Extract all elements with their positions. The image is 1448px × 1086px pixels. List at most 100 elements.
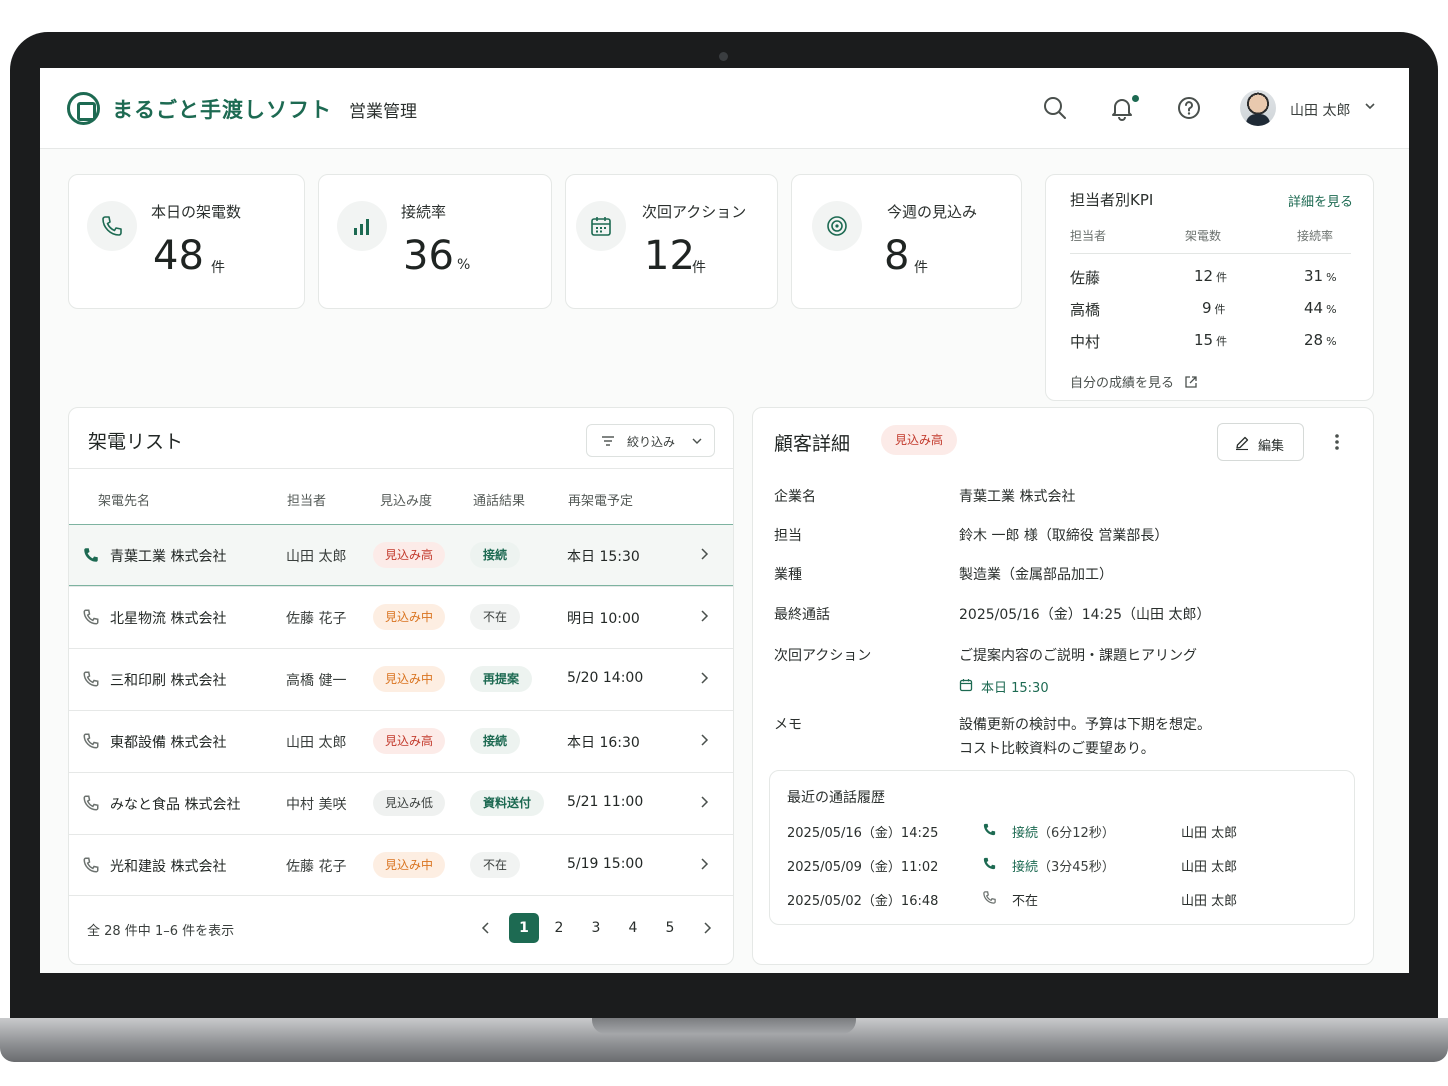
chevron-down-icon[interactable] bbox=[1362, 98, 1378, 114]
kpi-card: 担当者別KPI 詳細を見る 担当者 架電数 接続率 佐藤 12 件 31% 高橋 … bbox=[1045, 174, 1374, 401]
table-row[interactable]: 北星物流 株式会社 佐藤 花子 見込み中 不在 明日 10:00 bbox=[69, 586, 733, 648]
chevron-right-icon[interactable] bbox=[699, 920, 715, 936]
chevron-down-icon bbox=[692, 438, 702, 444]
logo-icon bbox=[67, 92, 100, 125]
stat-value: 36 bbox=[403, 233, 454, 279]
filter-label: 絞り込み bbox=[627, 435, 676, 449]
chevron-right-icon[interactable] bbox=[696, 732, 712, 748]
stat-label: 本日の架電数 bbox=[151, 203, 242, 221]
result-badge: 接続 bbox=[470, 542, 521, 568]
user-name[interactable]: 山田 太郎 bbox=[1290, 100, 1350, 120]
stat-unit: 件 bbox=[692, 260, 706, 276]
pagination-summary: 全 28 件中 1–6 件を表示 bbox=[87, 924, 235, 939]
page-button-1[interactable]: 1 bbox=[509, 913, 539, 943]
result-badge: 接続 bbox=[470, 728, 521, 754]
my-results-link[interactable]: 自分の成績を見る bbox=[1070, 372, 1198, 391]
stat-value: 12 bbox=[644, 233, 695, 279]
prospect-badge: 見込み中 bbox=[373, 604, 446, 630]
next-call: 本日 15:30 bbox=[567, 549, 640, 565]
next-call: 明日 10:00 bbox=[567, 611, 640, 627]
field-value-industry: 製造業（金属部品加工） bbox=[959, 567, 1113, 583]
result-badge: 再提案 bbox=[470, 666, 533, 692]
call-history-card: 最近の通話履歴 2025/05/16（金）14:25 接続（6分12秒） 山田 … bbox=[769, 770, 1355, 925]
more-vertical-icon[interactable] bbox=[1327, 432, 1347, 452]
field-value-last-call: 2025/05/16（金）14:25（山田 太郎） bbox=[959, 607, 1211, 623]
next-action-time[interactable]: 本日 15:30 bbox=[981, 677, 1049, 696]
column-header[interactable]: 通話結果 bbox=[473, 490, 525, 509]
edit-button[interactable]: 編集 bbox=[1217, 423, 1304, 461]
column-header[interactable]: 架電先名 bbox=[98, 490, 150, 509]
chevron-left-icon[interactable] bbox=[478, 920, 494, 936]
kpi-calls: 12 件 bbox=[1194, 267, 1228, 285]
result-badge: 不在 bbox=[470, 852, 521, 878]
column-header[interactable]: 再架電予定 bbox=[568, 490, 633, 509]
stat-value: 8 bbox=[884, 233, 910, 279]
page-button-3[interactable]: 3 bbox=[581, 913, 611, 943]
avatar[interactable] bbox=[1240, 90, 1276, 126]
kpi-header: 架電数 bbox=[1185, 229, 1222, 243]
prospect-badge: 見込み高 bbox=[373, 542, 446, 568]
table-row[interactable]: 光和建設 株式会社 佐藤 花子 見込み中 不在 5/19 15:00 bbox=[69, 834, 733, 896]
prospect-badge: 見込み中 bbox=[373, 666, 446, 692]
field-label: 担当 bbox=[774, 528, 802, 544]
notification-dot bbox=[1132, 95, 1139, 102]
external-link-icon bbox=[1185, 376, 1197, 388]
panel-title: 架電リスト bbox=[88, 431, 184, 453]
stat-unit: 件 bbox=[211, 260, 225, 276]
kpi-name: 中村 bbox=[1070, 333, 1101, 351]
column-header[interactable]: 見込み度 bbox=[380, 490, 432, 509]
stat-card-connect-rate: 接続率 36 % bbox=[318, 174, 552, 309]
chevron-right-icon[interactable] bbox=[696, 794, 712, 810]
company-name: 東都設備 株式会社 bbox=[110, 735, 227, 751]
filter-button[interactable]: 絞り込み bbox=[586, 424, 715, 457]
stat-unit: 件 bbox=[914, 260, 928, 276]
next-call: 本日 16:30 bbox=[567, 735, 640, 751]
field-value-company: 青葉工業 株式会社 bbox=[959, 489, 1076, 505]
kpi-rate: 28% bbox=[1304, 331, 1337, 349]
camera bbox=[719, 52, 728, 61]
chevron-right-icon[interactable] bbox=[696, 546, 712, 562]
table-row[interactable]: 青葉工業 株式会社 山田 太郎 見込み高 接続 本日 15:30 bbox=[69, 524, 733, 586]
module-title[interactable]: 営業管理 bbox=[349, 97, 417, 122]
page-button-4[interactable]: 4 bbox=[618, 913, 648, 943]
chevron-right-icon[interactable] bbox=[696, 670, 712, 686]
phone-icon bbox=[87, 201, 137, 251]
next-call: 5/21 11:00 bbox=[567, 794, 644, 810]
owner-name: 山田 太郎 bbox=[286, 549, 347, 565]
company-name: 北星物流 株式会社 bbox=[110, 611, 227, 627]
chevron-right-icon[interactable] bbox=[696, 856, 712, 872]
page-button-5[interactable]: 5 bbox=[655, 913, 685, 943]
customer-detail-panel: 顧客詳細 見込み高 編集 企業名 青葉工業 株式会社 担当 鈴木 一郎 様（取締… bbox=[752, 407, 1374, 965]
history-result: 接続（6分12秒） bbox=[1012, 826, 1115, 841]
column-header[interactable]: 担当者 bbox=[287, 490, 326, 509]
next-call: 5/19 15:00 bbox=[567, 856, 644, 872]
table-row[interactable]: 東都設備 株式会社 山田 太郎 見込み高 接続 本日 16:30 bbox=[69, 710, 733, 772]
result-badge: 不在 bbox=[470, 604, 521, 630]
brand-name: まるごと手渡しソフト bbox=[112, 98, 332, 122]
kpi-details-link[interactable]: 詳細を見る bbox=[1288, 191, 1353, 210]
phone-icon bbox=[983, 823, 996, 836]
stat-label: 今週の見込み bbox=[887, 203, 978, 221]
field-label: 最終通話 bbox=[774, 607, 830, 623]
prospect-badge: 見込み中 bbox=[373, 852, 446, 878]
chevron-right-icon[interactable] bbox=[696, 608, 712, 624]
top-header: まるごと手渡しソフト 営業管理 山田 太郎 bbox=[40, 68, 1409, 149]
phone-icon bbox=[983, 857, 996, 870]
company-name: 三和印刷 株式会社 bbox=[110, 673, 227, 689]
company-name: みなと食品 株式会社 bbox=[110, 797, 241, 813]
table-row[interactable]: 三和印刷 株式会社 高橋 健一 見込み中 再提案 5/20 14:00 bbox=[69, 648, 733, 710]
company-name: 青葉工業 株式会社 bbox=[110, 549, 227, 565]
search-icon[interactable] bbox=[1041, 94, 1069, 122]
kpi-rate: 44% bbox=[1304, 299, 1337, 317]
help-icon[interactable] bbox=[1175, 94, 1203, 122]
stat-label: 次回アクション bbox=[642, 203, 747, 221]
stat-unit: % bbox=[457, 257, 471, 273]
kpi-name: 佐藤 bbox=[1070, 269, 1101, 287]
history-user: 山田 太郎 bbox=[1181, 826, 1238, 841]
history-user: 山田 太郎 bbox=[1181, 894, 1238, 909]
history-title: 最近の通話履歴 bbox=[787, 790, 885, 806]
page-button-2[interactable]: 2 bbox=[544, 913, 574, 943]
history-result: 不在 bbox=[1012, 894, 1039, 909]
stat-label: 接続率 bbox=[401, 203, 447, 221]
table-row[interactable]: みなと食品 株式会社 中村 美咲 見込み低 資料送付 5/21 11:00 bbox=[69, 772, 733, 834]
